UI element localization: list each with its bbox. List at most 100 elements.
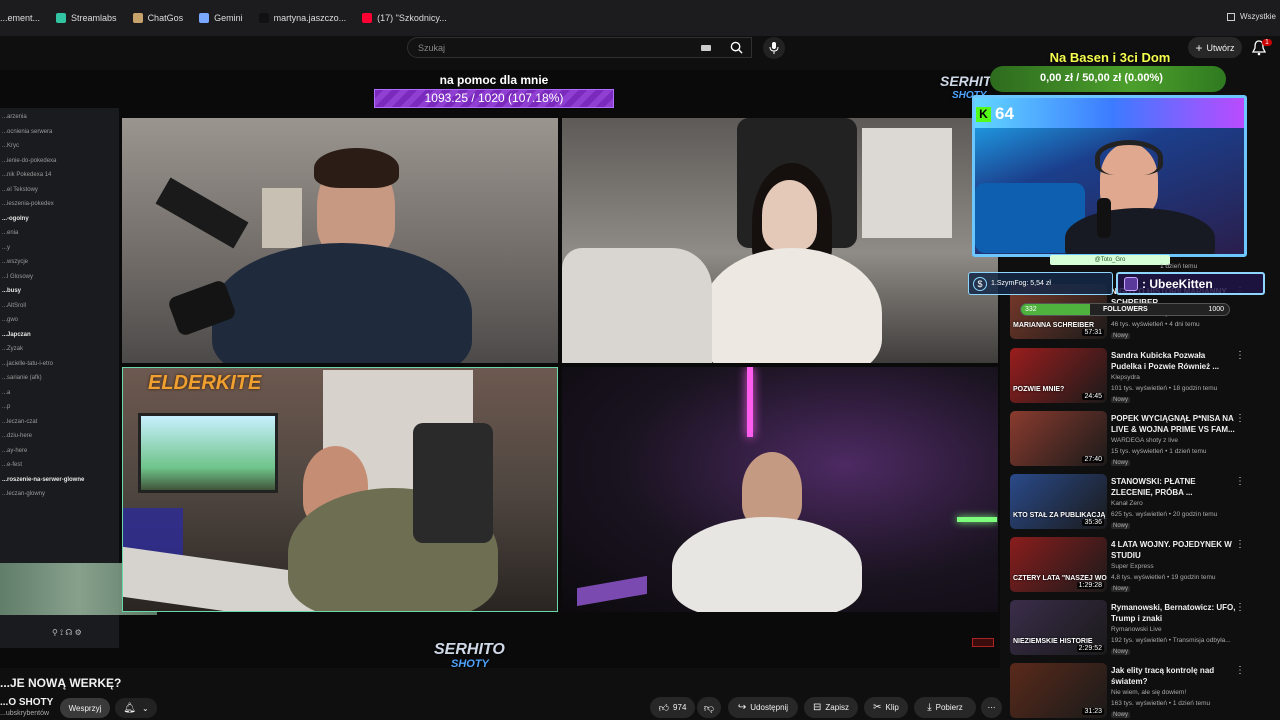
room-lights xyxy=(975,98,1244,128)
voice-search-button[interactable] xyxy=(763,37,785,59)
video-title[interactable]: Jak elity tracą kontrolę nad światem? xyxy=(1111,665,1236,687)
channel-list-item[interactable]: ...ocnienia serwera xyxy=(2,129,52,135)
channel-list-item[interactable]: ...l Glosowy xyxy=(2,274,33,280)
recommendation-item[interactable]: POZWIE MNIE? 24:45 Sandra Kubicka Pozwała … xyxy=(1010,348,1280,406)
video-thumbnail[interactable]: 27:40 xyxy=(1010,411,1107,466)
goal-progress-bar: 1093.25 / 1020 (107.18%) xyxy=(374,89,614,108)
bookmark-item[interactable]: ...ement... xyxy=(0,13,40,23)
channel-name[interactable]: Kanał Zero xyxy=(1111,500,1143,507)
video-title[interactable]: Rymanowski, Bernatowicz: UFO, Trump i zn… xyxy=(1111,602,1236,624)
goal-label: na pomoc dla mnie xyxy=(439,73,549,87)
channel-list-item[interactable]: ...sarianie (afk) xyxy=(2,375,42,381)
video-thumbnail[interactable]: CZTERY LATA "NASZEJ WOJ... 1:29:28 xyxy=(1010,537,1107,592)
person-hair xyxy=(314,148,399,188)
subscription-bell-button[interactable]: 🔔︎ ⌄ xyxy=(115,698,157,718)
recording-indicator xyxy=(972,638,994,647)
channel-list-item[interactable]: ...Zyzak xyxy=(2,346,23,352)
channel-list-item[interactable]: ...leczan-glowny xyxy=(2,491,45,497)
channel-list-item[interactable]: ...gwo xyxy=(2,317,18,323)
channel-list-item[interactable]: ...Japczan xyxy=(2,332,31,338)
channel-list-item[interactable]: ...-ogolny xyxy=(2,216,29,222)
channel-name[interactable]: Rymanowski Live xyxy=(1111,626,1162,633)
more-options-icon[interactable]: ⋮ xyxy=(1235,539,1245,550)
channel-list-item[interactable]: ...ieszenia-pokedex xyxy=(2,201,54,207)
video-thumbnail[interactable]: POZWIE MNIE? 24:45 xyxy=(1010,348,1107,403)
bookmark-item[interactable]: Gemini xyxy=(199,13,243,23)
search-icon xyxy=(730,41,743,54)
channel-list-item[interactable]: ...Kryc xyxy=(2,143,19,149)
more-options-icon[interactable]: ⋮ xyxy=(1235,413,1245,424)
dollar-icon: $ xyxy=(973,276,987,291)
bookmark-item[interactable]: ChatGos xyxy=(132,13,183,23)
bookmark-item[interactable]: Streamlabs xyxy=(56,13,117,23)
create-button[interactable]: + Utwórz xyxy=(1188,37,1242,58)
bookmark-item[interactable]: martyna.jaszczo... xyxy=(258,13,346,23)
channel-list-item[interactable]: ...e-fest xyxy=(2,462,22,468)
clip-button[interactable]: ✂ Klip xyxy=(864,697,908,718)
channel-list-item[interactable]: ...ienie-do-pokedexa xyxy=(2,158,56,164)
channel-list-item[interactable]: ...nik Pokedexa 14 xyxy=(2,172,51,178)
elderkite-logo: ELDERKITE xyxy=(148,372,262,394)
like-button[interactable]: 👍︎ 974 xyxy=(650,697,695,718)
channel-name[interactable]: Klepsydra xyxy=(1111,374,1140,381)
followers-label: FOLLOWERS xyxy=(1103,306,1148,313)
folder-icon xyxy=(1227,12,1235,21)
search-input[interactable]: Szukaj xyxy=(407,37,752,58)
search-placeholder: Szukaj xyxy=(418,43,446,53)
discord-controls: ⚲ ⟟ ☊ ⚙ xyxy=(52,628,82,637)
recommendation-item[interactable]: NIEZIEMSKIE HISTORIE 2:29:52 Rymanowski, B… xyxy=(1010,600,1280,658)
channel-list-item[interactable]: ...wszycje xyxy=(2,259,28,265)
channel-list-item[interactable]: ...roszenie-na-serwer-glowne xyxy=(2,477,84,483)
channel-list-item[interactable]: ...busy xyxy=(2,288,21,294)
video-title[interactable]: 4 LATA WOJNY. POJEDYNEK W STUDIU xyxy=(1111,539,1236,561)
channel-list-item[interactable]: ...y xyxy=(2,245,10,251)
video-thumbnail[interactable]: 31:23 xyxy=(1010,663,1107,718)
more-actions-button[interactable]: ⋯ xyxy=(981,697,1002,718)
channel-list-item[interactable]: ...jacielle-tatu-i-etro xyxy=(2,361,53,367)
more-options-icon[interactable]: ⋮ xyxy=(1235,665,1245,676)
channel-name[interactable]: Nie wiem, ale się dowiem! xyxy=(1111,689,1186,696)
video-thumbnail[interactable]: KTO STAŁ ZA PUBLIKACJĄ 35:36 xyxy=(1010,474,1107,529)
search-button[interactable] xyxy=(720,37,752,58)
save-label: Zapisz xyxy=(825,703,849,712)
channel-list-item[interactable]: ...AltSroll xyxy=(2,303,26,309)
keyboard-icon[interactable] xyxy=(701,45,711,51)
video-title[interactable]: POPEK WYCIĄGNĄŁ P*NISA NA LIVE & WOJNA P… xyxy=(1111,413,1236,435)
recommendation-item[interactable]: 31:23 Jak elity tracą kontrolę nad świate… xyxy=(1010,663,1280,720)
support-button[interactable]: Wesprzyj xyxy=(60,698,110,718)
view-count: 15 tys. wyświetleń • 1 dzień temu xyxy=(1111,448,1207,455)
save-button[interactable]: ⊟ Zapisz xyxy=(804,697,858,718)
channel-list-item[interactable]: ...el Tekstowy xyxy=(2,187,38,193)
all-bookmarks[interactable]: Wszystkie xyxy=(1227,12,1276,21)
recommendation-item[interactable]: 27:40 POPEK WYCIĄGNĄŁ P*NISA NA LIVE & WO… xyxy=(1010,411,1280,469)
share-button[interactable]: ↪ Udostępnij xyxy=(728,697,798,718)
more-options-icon[interactable]: ⋮ xyxy=(1235,602,1245,613)
shelf xyxy=(862,128,952,238)
follower-alert: : UbeeKitten xyxy=(1116,272,1265,295)
recommendation-item[interactable]: CZTERY LATA "NASZEJ WOJ... 1:29:28 4 LATA … xyxy=(1010,537,1280,595)
video-title[interactable]: STANOWSKI: PŁATNE ZLECENIE, PRÓBA ... xyxy=(1111,476,1236,498)
download-button[interactable]: ⤓ Pobierz xyxy=(914,697,976,718)
view-count: 101 tys. wyświetleń • 18 godzin temu xyxy=(1111,385,1218,392)
channel-list-item[interactable]: ...leczan-czat xyxy=(2,419,37,425)
video-title[interactable]: Sandra Kubicka Pozwała Pudelka i Pozwie … xyxy=(1111,350,1236,372)
channel-list-item[interactable]: ...enia xyxy=(2,230,18,236)
channel-list-item[interactable]: ...a xyxy=(2,390,10,396)
bookmark-favicon-icon xyxy=(132,13,143,23)
recommendation-item[interactable]: KTO STAŁ ZA PUBLIKACJĄ 35:36 STANOWSKI: PŁ… xyxy=(1010,474,1280,532)
bookmark-item[interactable]: (17) "Szkodnicy... xyxy=(362,13,447,23)
more-options-icon[interactable]: ⋮ xyxy=(1235,350,1245,361)
video-thumbnail[interactable]: NIEZIEMSKIE HISTORIE 2:29:52 xyxy=(1010,600,1107,655)
channel-list-item[interactable]: ...dziu-here xyxy=(2,433,32,439)
view-count: 192 tys. wyświetleń • Transmisja odbyła.… xyxy=(1111,637,1231,644)
channel-name[interactable]: ...O SHOTY xyxy=(0,697,53,708)
channel-list-item[interactable]: ...p xyxy=(2,404,10,410)
watermark-bottom-text: SERHITO xyxy=(434,641,505,658)
channel-list-item[interactable]: ...arzenia xyxy=(2,114,27,120)
download-label: Pobierz xyxy=(935,703,963,712)
channel-name[interactable]: Super Express xyxy=(1111,563,1154,570)
channel-name[interactable]: WARDEGA shoty z live xyxy=(1111,437,1178,444)
more-options-icon[interactable]: ⋮ xyxy=(1235,476,1245,487)
dislike-button[interactable]: 👎︎ xyxy=(697,697,721,718)
channel-list-item[interactable]: ...ay-here xyxy=(2,448,27,454)
